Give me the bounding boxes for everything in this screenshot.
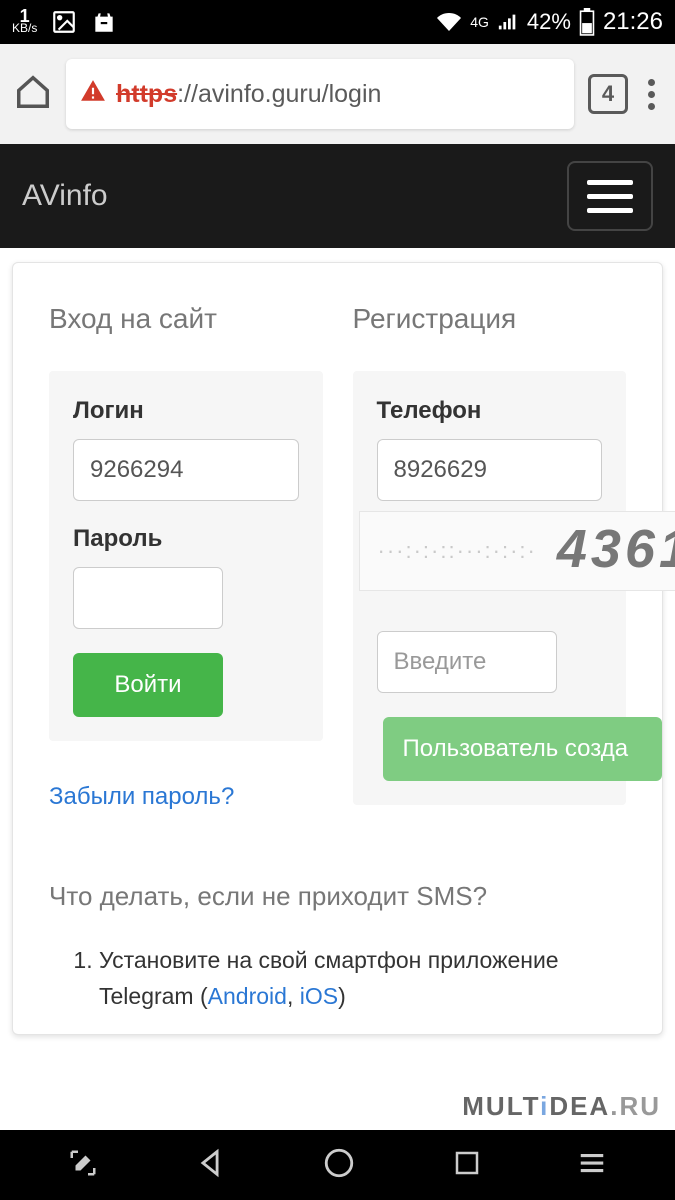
network-type: 4G [470, 14, 489, 30]
tab-count[interactable]: 4 [588, 74, 628, 114]
login-button[interactable]: Войти [73, 653, 223, 717]
shopping-icon [91, 9, 117, 35]
wifi-icon [436, 10, 462, 34]
phone-label: Телефон [377, 397, 603, 425]
android-status-bar: 1 KB/s 4G 42% 21:26 [0, 0, 675, 44]
register-heading: Регистрация [353, 303, 627, 335]
login-panel: Логин Пароль Войти [49, 371, 323, 741]
forgot-password-link[interactable]: Забыли пароль? [49, 783, 234, 811]
url-rest: avinfo.guru/login [198, 80, 381, 109]
login-input[interactable] [73, 439, 299, 501]
login-heading: Вход на сайт [49, 303, 323, 335]
watermark: MULTiDEA.RU [462, 1091, 661, 1122]
register-button[interactable]: Пользователь созда [383, 717, 663, 781]
home-icon[interactable] [14, 73, 52, 116]
menu-nav-icon[interactable] [577, 1148, 607, 1183]
edit-icon[interactable] [68, 1148, 98, 1183]
site-header: AVinfo [0, 144, 675, 248]
site-title: AVinfo [22, 179, 108, 213]
browser-toolbar: https://avinfo.guru/login 4 [0, 44, 675, 144]
login-label: Логин [73, 397, 299, 425]
auth-card: Вход на сайт Логин Пароль Войти Забыли п… [12, 262, 663, 1035]
faq-section: Что делать, если не приходит SMS? Устано… [49, 881, 626, 1014]
image-icon [51, 9, 77, 35]
url-bar[interactable]: https://avinfo.guru/login [66, 59, 574, 129]
recent-icon[interactable] [452, 1148, 482, 1183]
faq-heading: Что делать, если не приходит SMS? [49, 881, 626, 912]
login-column: Вход на сайт Логин Пароль Войти Забыли п… [49, 303, 323, 811]
signal-icon [497, 11, 519, 33]
network-speed: 1 KB/s [12, 10, 37, 34]
ios-link[interactable]: iOS [300, 983, 338, 1009]
password-label: Пароль [73, 525, 299, 553]
register-column: Регистрация Телефон ···:·:·::···:·:·:· 4… [353, 303, 627, 811]
clock: 21:26 [603, 8, 663, 36]
page-content: Вход на сайт Логин Пароль Войти Забыли п… [0, 248, 675, 1035]
register-panel: Телефон ···:·:·::···:·:·:· 4361 Пользова… [353, 371, 627, 805]
url-scheme: https [116, 80, 177, 109]
phone-input[interactable] [377, 439, 603, 501]
status-right: 4G 42% 21:26 [436, 8, 663, 36]
battery-icon [579, 8, 595, 36]
kbs-unit: KB/s [12, 22, 37, 34]
warning-icon [80, 78, 106, 111]
status-left: 1 KB/s [12, 9, 117, 35]
menu-icon[interactable] [642, 79, 661, 110]
captcha-image: ···:·:·::···:·:·:· 4361 [359, 511, 675, 591]
password-input[interactable] [73, 567, 223, 629]
back-icon[interactable] [193, 1146, 227, 1185]
url-sep: :// [177, 80, 198, 109]
hamburger-icon[interactable] [567, 161, 653, 231]
android-link[interactable]: Android [208, 983, 287, 1009]
battery-percent: 42% [527, 9, 571, 35]
captcha-digits: 4361 [557, 518, 675, 580]
captcha-input[interactable] [377, 631, 557, 693]
home-nav-icon[interactable] [322, 1146, 356, 1185]
android-nav-bar [0, 1130, 675, 1200]
faq-item-1: Установите на свой смартфон приложение T… [99, 942, 626, 1014]
